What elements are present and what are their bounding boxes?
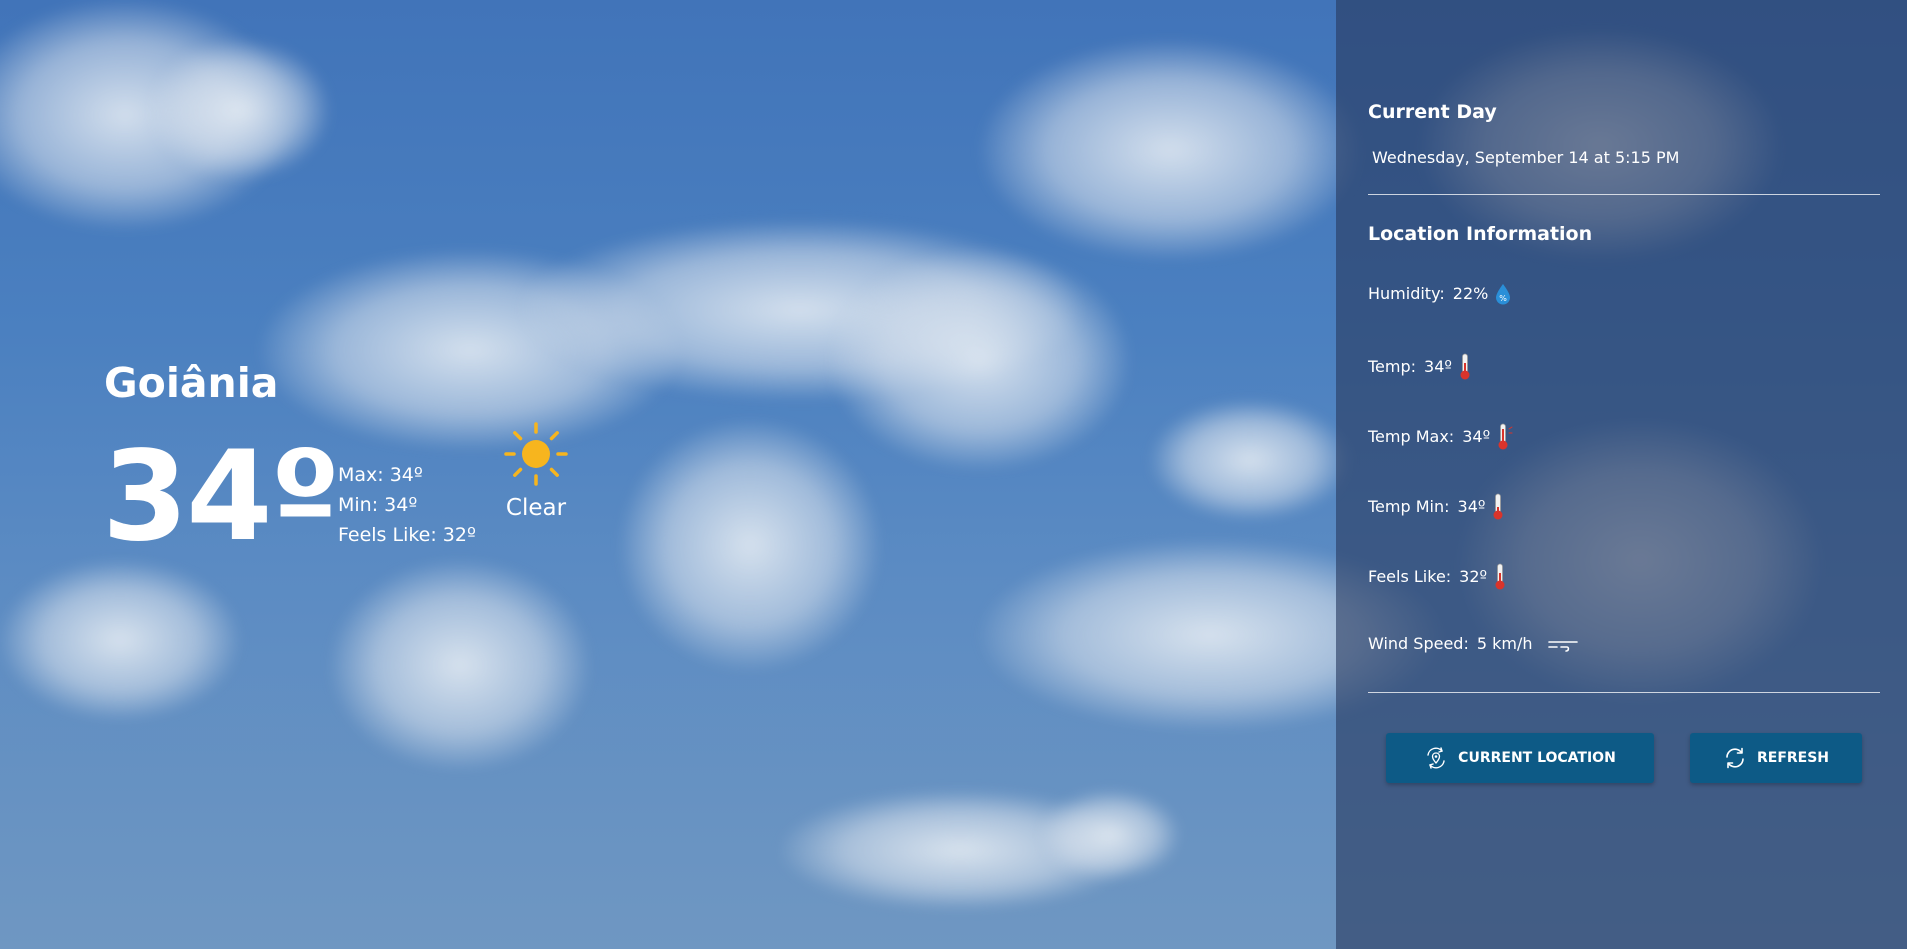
feels-like-temperature: Feels Like: 32º [338,524,476,546]
sun-icon [504,422,568,486]
weather-app: Goiânia 34º Max: 34º Min: 34º Feels Like… [0,0,1907,949]
min-temperature: Min: 34º [338,494,418,516]
current-location-button[interactable]: CURRENT LOCATION [1386,733,1654,783]
feels-like-value: 32º [1459,567,1488,586]
temp-min-row: Temp Min: 34º [1368,493,1505,521]
divider [1368,194,1880,195]
divider [1368,692,1880,693]
svg-text:%: % [1500,294,1508,303]
location-info-title: Location Information [1368,223,1593,245]
humidity-row: Humidity: 22% % [1368,283,1512,305]
current-location-label: CURRENT LOCATION [1458,750,1616,766]
feels-like-row: Feels Like: 32º [1368,563,1507,591]
temp-label: Temp: [1368,357,1417,376]
details-panel: Current Day Wednesday, September 14 at 5… [1336,0,1907,949]
thermometer-cold-icon [1493,493,1503,520]
max-temperature: Max: 34º [338,464,423,486]
wind-speed-row: Wind Speed: 5 km/h [1368,633,1581,655]
temp-max-row: Temp Max: 34º [1368,423,1514,451]
temp-min-value: 34º [1457,497,1486,516]
temp-min-label: Temp Min: [1368,497,1450,516]
current-temperature: 34º [102,425,340,569]
humidity-label: Humidity: [1368,284,1445,303]
city-name: Goiânia [104,359,279,407]
thermometer-icon [1460,353,1470,380]
wind-speed-label: Wind Speed: [1368,634,1469,653]
temp-value: 34º [1424,357,1452,376]
location-pin-icon [1427,747,1445,769]
humidity-value: 22% [1452,284,1489,303]
temp-row: Temp: 34º [1368,353,1472,381]
date-time: Wednesday, September 14 at 5:15 PM [1372,148,1680,167]
weather-summary: Goiânia 34º Max: 34º Min: 34º Feels Like… [0,0,1336,949]
wind-icon [1547,641,1578,652]
refresh-icon [1726,747,1744,769]
current-day-title: Current Day [1368,101,1497,123]
thermometer-hot-icon [1498,423,1513,450]
humidity-drop-icon: % [1496,284,1511,305]
refresh-label: REFRESH [1756,750,1830,766]
temp-max-label: Temp Max: [1368,427,1455,446]
feels-like-label: Feels Like: [1368,567,1452,586]
wind-speed-value: 5 km/h [1476,634,1533,653]
refresh-button[interactable]: REFRESH [1690,733,1862,783]
temperature-stats: Max: 34º Min: 34º Feels Like: 32º [338,460,476,550]
thermometer-icon [1495,563,1505,590]
temp-max-value: 34º [1462,427,1491,446]
weather-condition: Clear [500,422,572,522]
condition-label: Clear [505,495,567,521]
